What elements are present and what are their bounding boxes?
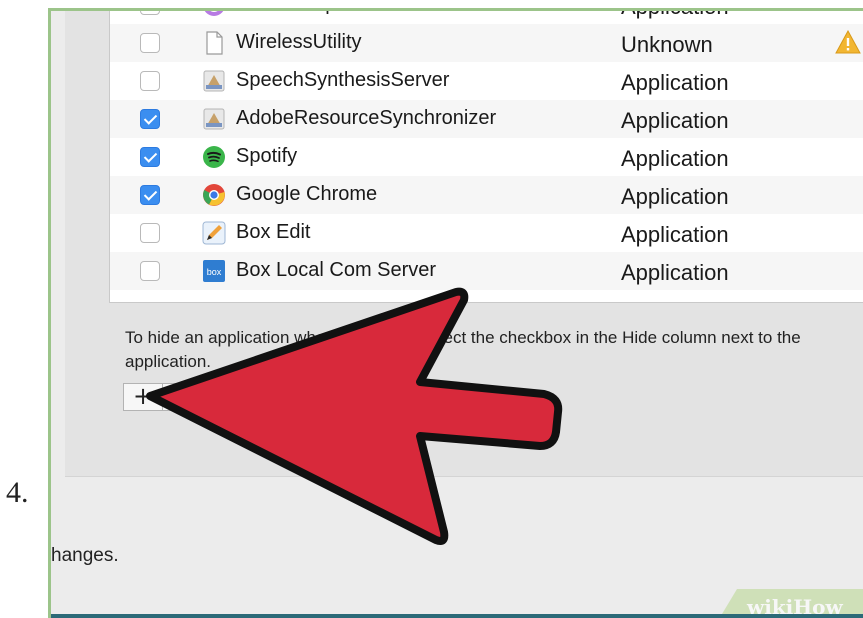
red-arrow-icon bbox=[146, 287, 563, 545]
